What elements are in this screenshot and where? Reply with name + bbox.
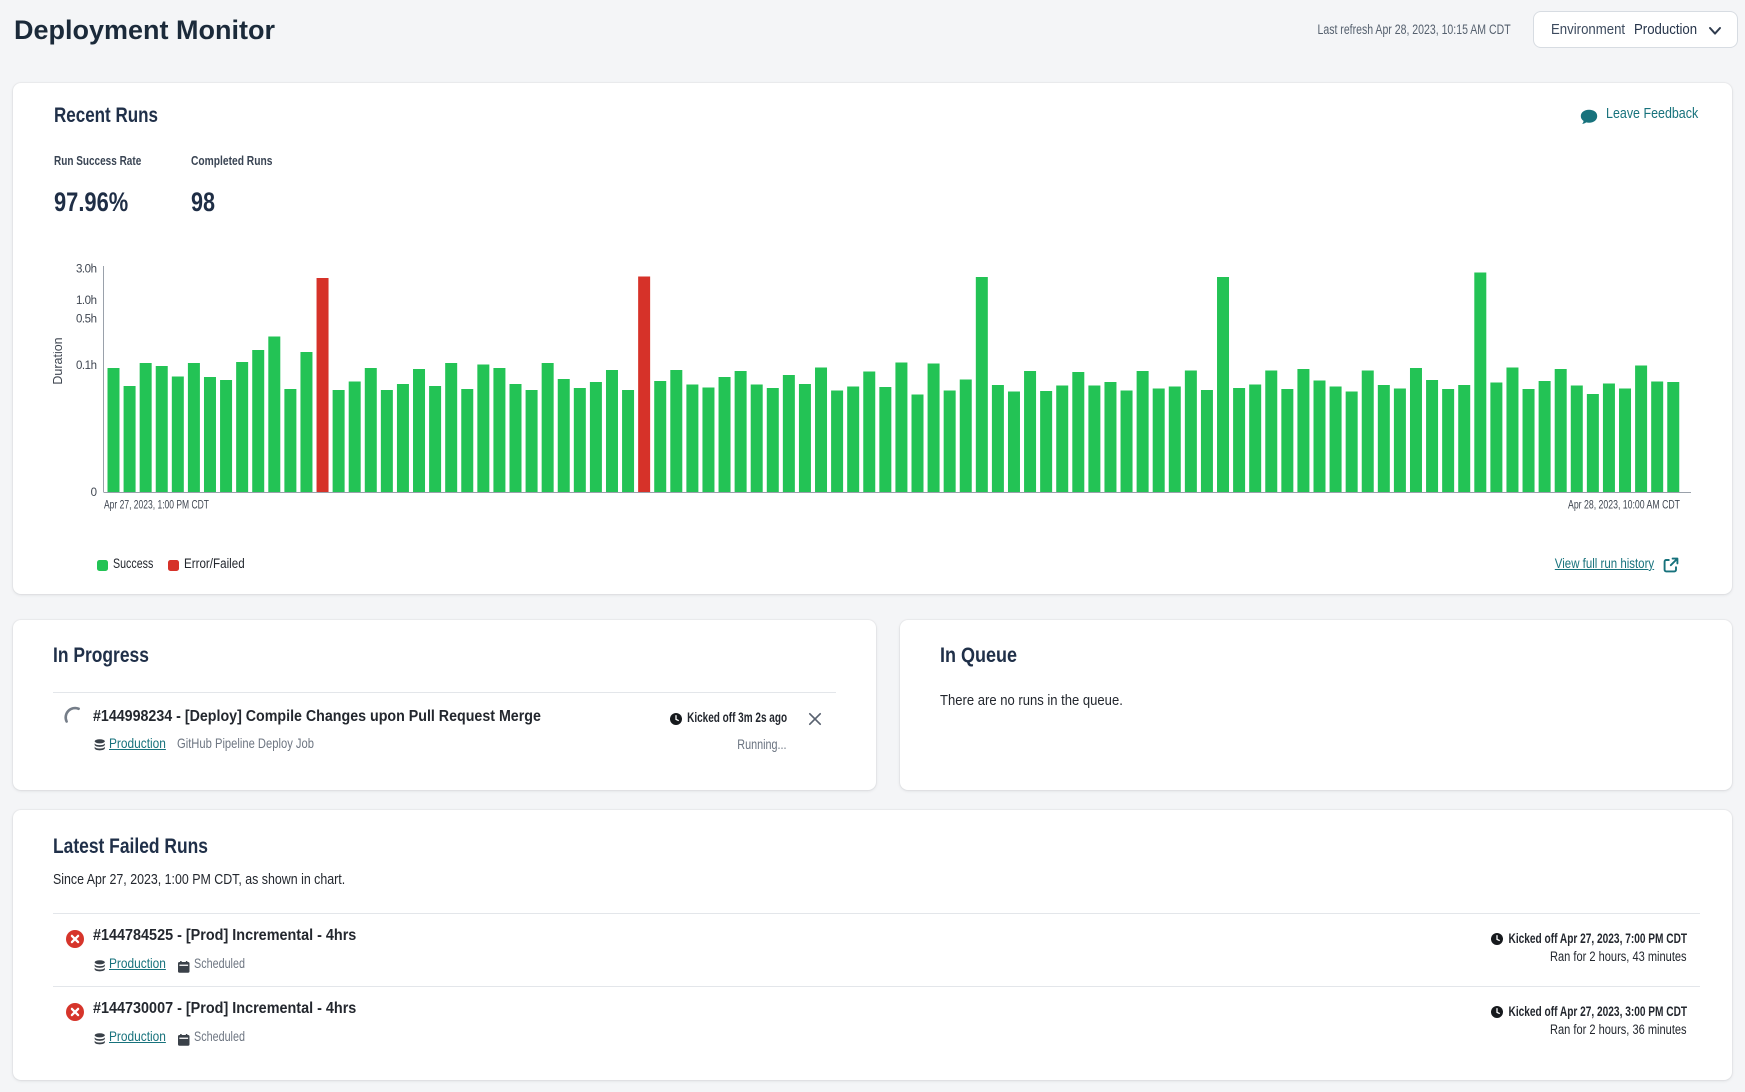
svg-text:1.0h: 1.0h — [76, 295, 97, 307]
svg-text:0.5h: 0.5h — [76, 314, 97, 326]
svg-text:3.0h: 3.0h — [76, 264, 97, 276]
svg-text:Apr 28, 2023, 10:00 AM CDT: Apr 28, 2023, 10:00 AM CDT — [1568, 500, 1680, 512]
svg-text:0: 0 — [91, 487, 97, 499]
svg-text:0.1h: 0.1h — [76, 360, 97, 372]
svg-text:Duration: Duration — [53, 337, 65, 384]
svg-text:Apr 27, 2023, 1:00 PM CDT: Apr 27, 2023, 1:00 PM CDT — [104, 500, 209, 512]
